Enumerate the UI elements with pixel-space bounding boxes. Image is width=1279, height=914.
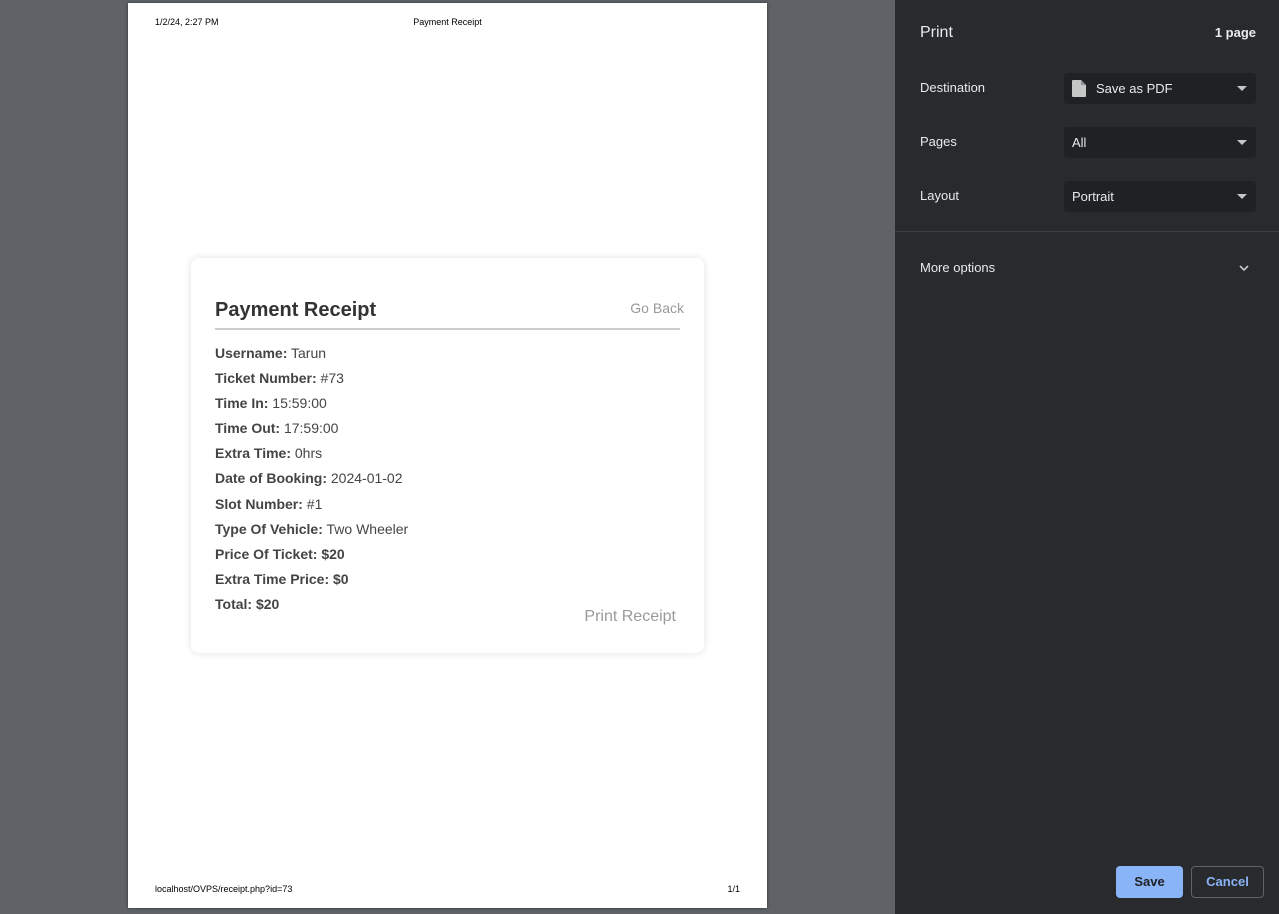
- field-label: Username:: [215, 345, 288, 361]
- print-settings-panel: Print 1 page Destination Save as PDF Pag…: [895, 0, 1279, 914]
- field-value: Two Wheeler: [322, 520, 409, 537]
- destination-value: Save as PDF: [1096, 81, 1173, 96]
- receipt-title: Payment Receipt: [215, 299, 377, 321]
- field-label: Ticket Number:: [215, 370, 317, 387]
- document-icon: [1072, 80, 1086, 97]
- receipt-row-time-in: Time In: 15:59:00: [215, 395, 408, 420]
- receipt-row-vehicle-type: Type Of Vehicle: Two Wheeler: [215, 521, 408, 546]
- chevron-down-icon: [1239, 265, 1249, 272]
- receipt-row-slot-number: Slot Number: #1: [215, 496, 408, 521]
- field-label: Time In:: [215, 395, 269, 412]
- destination-label: Destination: [920, 80, 986, 95]
- pages-value: All: [1072, 135, 1087, 150]
- go-back-link[interactable]: Go Back: [630, 300, 684, 316]
- save-button[interactable]: Save: [1116, 866, 1183, 898]
- settings-divider: [895, 231, 1279, 232]
- receipt-row-date-of-booking: Date of Booking: 2024-01-02: [215, 470, 408, 495]
- field-value: 0hrs: [291, 445, 323, 462]
- layout-label: Layout: [920, 188, 960, 203]
- dropdown-caret-icon: [1237, 86, 1247, 91]
- more-options-toggle[interactable]: More options: [895, 250, 1279, 286]
- receipt-row-total: Total: $20: [215, 596, 408, 621]
- pages-label: Pages: [920, 134, 957, 149]
- receipt-card: Payment Receipt Go Back Username: Tarun …: [191, 258, 704, 653]
- print-receipt-button[interactable]: Print Receipt: [584, 608, 676, 626]
- field-label: Extra Time Price: $0: [215, 570, 349, 587]
- page-footer-number: 1/1: [727, 884, 740, 894]
- cancel-button[interactable]: Cancel: [1191, 866, 1264, 898]
- layout-value: Portrait: [1072, 189, 1114, 204]
- receipt-row-ticket-price: Price Of Ticket: $20: [215, 546, 408, 571]
- dropdown-caret-icon: [1237, 140, 1247, 145]
- pages-select[interactable]: All: [1064, 127, 1256, 158]
- receipt-details: Username: Tarun Ticket Number: #73 Time …: [215, 345, 408, 621]
- receipt-row-extra-time-price: Extra Time Price: $0: [215, 571, 408, 596]
- receipt-divider: [215, 328, 680, 330]
- dropdown-caret-icon: [1237, 194, 1247, 199]
- field-value: 2024-01-02: [327, 470, 403, 487]
- field-value: #73: [316, 370, 344, 387]
- field-label: Price Of Ticket: $20: [215, 545, 345, 562]
- field-value: 15:59:00: [268, 395, 327, 412]
- field-value: Tarun: [287, 345, 327, 361]
- field-label: Extra Time:: [215, 445, 291, 462]
- preview-page: 1/2/24, 2:27 PM Payment Receipt Payment …: [128, 3, 767, 908]
- field-label: Date of Booking:: [215, 470, 327, 487]
- page-footer-url: localhost/OVPS/receipt.php?id=73: [155, 884, 293, 894]
- print-title: Print: [920, 24, 953, 41]
- field-value: 17:59:00: [280, 420, 339, 437]
- field-label: Type Of Vehicle:: [215, 520, 323, 537]
- field-value: #1: [302, 495, 323, 512]
- receipt-row-time-out: Time Out: 17:59:00: [215, 420, 408, 445]
- page-count: 1 page: [1214, 25, 1256, 40]
- receipt-row-username: Username: Tarun: [215, 345, 408, 370]
- field-label: Time Out:: [215, 420, 281, 437]
- page-header-title: Payment Receipt: [413, 17, 482, 27]
- layout-select[interactable]: Portrait: [1064, 181, 1256, 212]
- receipt-row-extra-time: Extra Time: 0hrs: [215, 445, 408, 470]
- receipt-row-ticket-number: Ticket Number: #73: [215, 370, 408, 395]
- print-preview-area: 1/2/24, 2:27 PM Payment Receipt Payment …: [0, 0, 895, 914]
- destination-select[interactable]: Save as PDF: [1064, 73, 1256, 104]
- more-options-label: More options: [920, 260, 996, 275]
- field-label: Total: $20: [215, 595, 280, 612]
- field-label: Slot Number:: [215, 495, 303, 512]
